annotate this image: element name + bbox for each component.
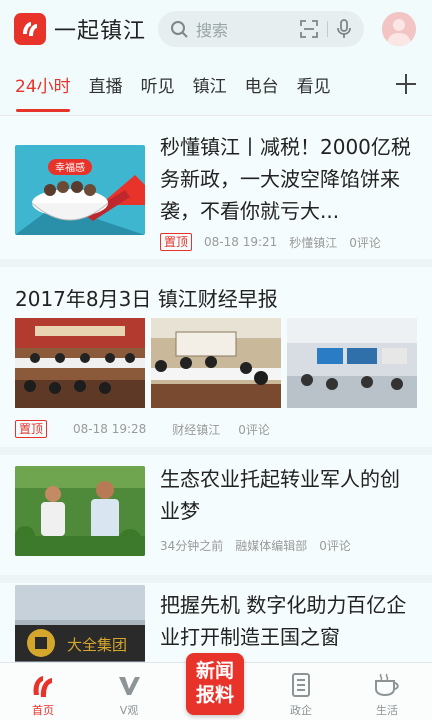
- tab-see[interactable]: 看见: [288, 58, 340, 116]
- news-comments: 0评论: [319, 539, 351, 553]
- news-title[interactable]: 2017年8月3日 镇江财经早报: [15, 283, 278, 312]
- cup-icon: [372, 671, 402, 703]
- feed-divider: [0, 575, 432, 583]
- news-comments: 0评论: [349, 235, 381, 250]
- nav-label: 生活: [376, 704, 398, 717]
- nav-home[interactable]: 首页: [0, 663, 86, 720]
- report-button-label: 新闻报料: [195, 660, 234, 706]
- news-meta: 置顶 08-18 19:21 秒懂镇江 0评论: [160, 233, 381, 251]
- tab-24h[interactable]: 24小时: [6, 58, 80, 116]
- v-icon: [115, 671, 143, 703]
- news-time: 08-18 19:21: [204, 235, 278, 249]
- user-avatar-icon[interactable]: [382, 12, 416, 46]
- search-icon: [171, 21, 188, 38]
- building-icon: [288, 671, 314, 703]
- scan-icon[interactable]: [299, 19, 319, 39]
- microphone-icon[interactable]: [336, 19, 352, 39]
- home-logo-icon: [28, 671, 58, 703]
- nav-enterprise[interactable]: 政企: [258, 663, 344, 720]
- nav-label: V观: [119, 704, 139, 717]
- news-time: 08-18 19:28: [73, 422, 147, 436]
- bottom-navigation: 首页 V观 新闻报料 政企 生活: [0, 653, 432, 720]
- thumbnail-caption: 幸福感: [55, 161, 85, 174]
- search-placeholder: 搜索: [196, 21, 229, 40]
- news-thumbnail: 大全集团: [15, 585, 145, 662]
- app-header: 一起镇江 搜索: [0, 0, 432, 58]
- pinned-badge: 置顶: [160, 233, 193, 251]
- app-title: 一起镇江: [54, 19, 147, 44]
- news-item[interactable]: 2017年8月3日 镇江财经早报 置顶 08-18 19:28 财经镇江 0评论: [0, 267, 432, 447]
- news-feed[interactable]: 幸福感 秒懂镇江丨减税！2000亿税务新政，一大波空降馅饼来袭，不看你就亏大..…: [0, 117, 432, 662]
- report-icon[interactable]: 新闻报料: [186, 653, 244, 715]
- news-meta: 34分钟之前 融媒体编辑部 0评论: [160, 537, 351, 554]
- news-thumbnail: 幸福感: [15, 145, 145, 235]
- news-title[interactable]: 生态农业托起转业军人的创业梦: [160, 463, 418, 527]
- news-image-1: [15, 318, 145, 408]
- news-title[interactable]: 把握先机 数字化助力百亿企业打开制造王国之窗: [160, 589, 418, 653]
- tab-zhenjiang[interactable]: 镇江: [184, 58, 236, 116]
- news-source: 秒懂镇江: [289, 235, 338, 250]
- news-image-2: [151, 318, 281, 408]
- news-item[interactable]: 大全集团 把握先机 数字化助力百亿企业打开制造王国之窗: [0, 583, 432, 662]
- news-meta: 置顶 08-18 19:28 财经镇江 0评论: [15, 420, 270, 438]
- app-logo-icon[interactable]: [14, 13, 46, 45]
- tab-radio[interactable]: 电台: [236, 58, 288, 116]
- search-separator: [327, 21, 328, 37]
- plus-icon[interactable]: [394, 72, 418, 101]
- search-bar[interactable]: 搜索: [158, 11, 364, 47]
- news-source: 财经镇江: [172, 422, 221, 437]
- news-item[interactable]: 幸福感 秒懂镇江丨减税！2000亿税务新政，一大波空降馅饼来袭，不看你就亏大..…: [0, 117, 432, 259]
- nav-label: 政企: [290, 704, 312, 717]
- news-comments: 0评论: [238, 422, 270, 437]
- tab-live[interactable]: 直播: [80, 58, 132, 116]
- pinned-badge: 置顶: [15, 420, 48, 438]
- thumbnail-caption: 大全集团: [67, 636, 127, 654]
- feed-divider: [0, 447, 432, 455]
- nav-v[interactable]: V观: [86, 663, 172, 720]
- news-title[interactable]: 秒懂镇江丨减税！2000亿税务新政，一大波空降馅饼来袭，不看你就亏大...: [160, 131, 418, 227]
- category-tabs: 24小时 直播 听见 镇江 电台 看见: [0, 58, 432, 116]
- news-item[interactable]: 生态农业托起转业军人的创业梦 34分钟之前 融媒体编辑部 0评论: [0, 455, 432, 575]
- news-time: 34分钟之前: [160, 539, 224, 553]
- feed-divider: [0, 259, 432, 267]
- news-image-3: [287, 318, 417, 408]
- news-source: 融媒体编辑部: [235, 539, 308, 553]
- tab-listen[interactable]: 听见: [132, 58, 184, 116]
- nav-label: 首页: [32, 704, 54, 717]
- news-thumbnail: [15, 466, 145, 556]
- nav-life[interactable]: 生活: [344, 663, 430, 720]
